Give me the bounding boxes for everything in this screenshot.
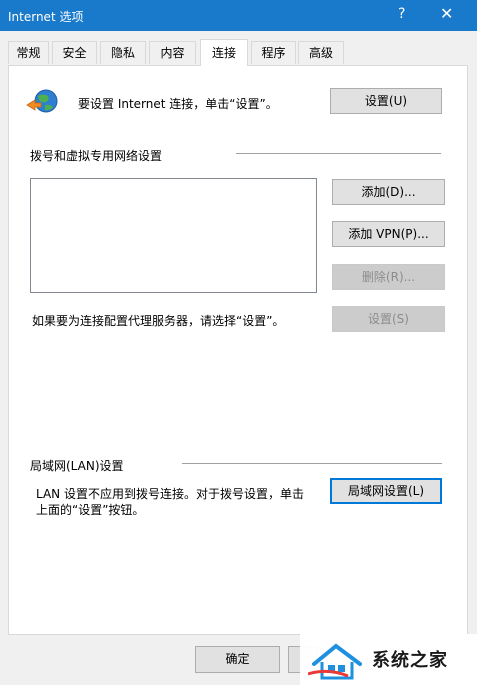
title-bar: Internet 选项 ? ✕	[0, 0, 477, 31]
add-button[interactable]: 添加(D)...	[332, 179, 445, 205]
setup-instruction: 要设置 Internet 连接，单击“设置”。	[78, 97, 278, 111]
dialup-divider	[236, 153, 441, 154]
tab-privacy[interactable]: 隐私	[100, 41, 146, 64]
dialup-settings-button[interactable]: 设置(S)	[332, 306, 445, 332]
lan-description-line1: LAN 设置不应用到拨号连接。对于拨号设置，单击	[36, 487, 304, 501]
tab-general[interactable]: 常规	[8, 41, 49, 64]
window-title: Internet 选项	[8, 10, 84, 24]
lan-description-line2: 上面的“设置”按钮。	[36, 503, 145, 517]
connections-list[interactable]	[30, 178, 317, 293]
setup-button[interactable]: 设置(U)	[330, 88, 442, 114]
house-logo-icon	[308, 643, 362, 680]
watermark: 系统之家	[300, 634, 477, 685]
lan-section-title: 局域网(LAN)设置	[30, 459, 124, 473]
tab-security[interactable]: 安全	[52, 41, 97, 64]
close-button[interactable]: ✕	[440, 4, 453, 23]
tab-connections[interactable]: 连接	[200, 39, 248, 66]
tab-advanced[interactable]: 高级	[298, 41, 344, 64]
tab-programs[interactable]: 程序	[251, 41, 296, 64]
globe-network-icon	[26, 89, 58, 113]
watermark-text: 系统之家	[372, 650, 448, 671]
lan-divider	[182, 463, 442, 464]
ok-button[interactable]: 确定	[195, 646, 280, 673]
proxy-instruction: 如果要为连接配置代理服务器，请选择“设置”。	[32, 314, 285, 328]
help-button[interactable]: ?	[398, 6, 405, 22]
dialup-section-title: 拨号和虚拟专用网络设置	[30, 149, 163, 163]
delete-button[interactable]: 删除(R)...	[332, 264, 445, 290]
tab-content[interactable]: 内容	[149, 41, 196, 64]
lan-settings-button[interactable]: 局域网设置(L)	[330, 478, 442, 504]
add-vpn-button[interactable]: 添加 VPN(P)...	[332, 221, 445, 247]
